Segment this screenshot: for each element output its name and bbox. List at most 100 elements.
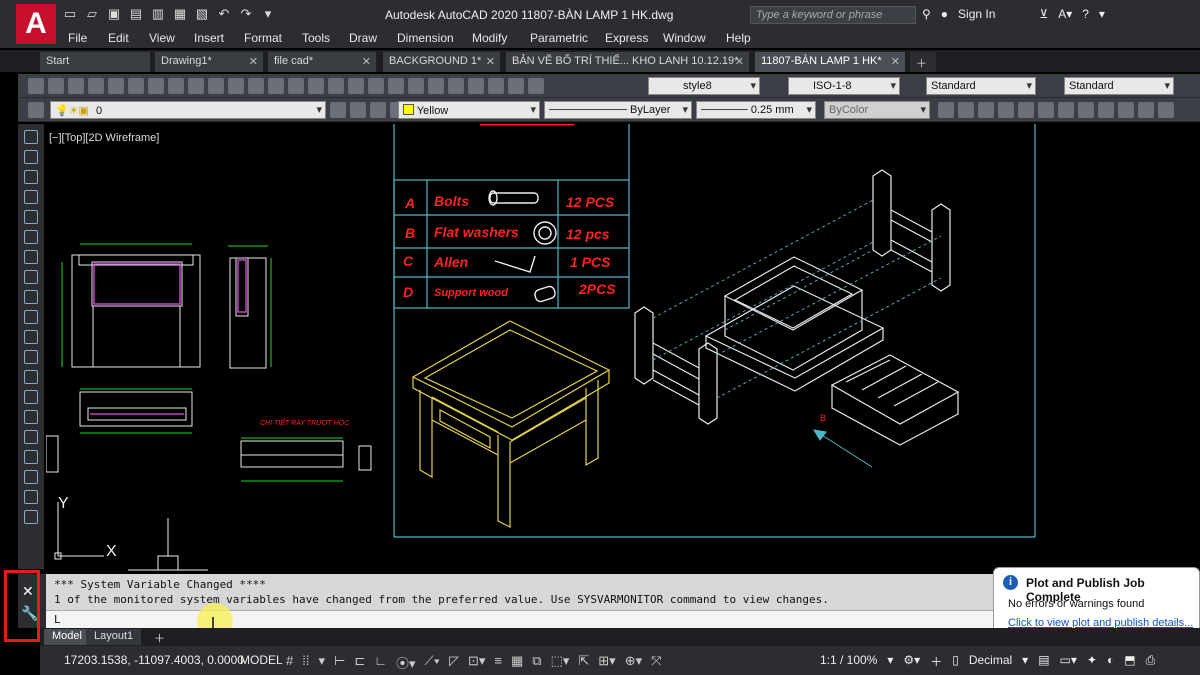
spline-icon[interactable] xyxy=(24,290,38,304)
ellipse-arc-icon[interactable] xyxy=(24,330,38,344)
close-icon[interactable]: ✕ xyxy=(362,55,371,68)
polyline-icon[interactable] xyxy=(24,170,38,184)
line-icon[interactable] xyxy=(24,130,38,144)
object-snap-tracking-icon[interactable]: ◸ xyxy=(449,653,459,672)
menu-draw[interactable]: Draw xyxy=(349,31,377,45)
plot-icon[interactable]: ▧ xyxy=(194,6,210,22)
tab-drawing1[interactable]: Drawing1* ✕ xyxy=(155,52,263,72)
diameter-icon[interactable] xyxy=(1058,102,1074,118)
add-layout-button[interactable]: ＋ xyxy=(146,629,173,645)
dim-style-select[interactable]: ISO-1-8 ▾ xyxy=(788,77,900,95)
menu-window[interactable]: Window xyxy=(663,31,706,45)
pan-icon[interactable] xyxy=(308,78,324,94)
units-dropdown-icon[interactable]: ▾ xyxy=(1022,653,1028,670)
publish-3d-icon[interactable] xyxy=(148,78,164,94)
help-dropdown-icon[interactable]: ▾ xyxy=(1099,7,1105,21)
coordinates-readout[interactable]: 17203.1538, -11097.4003, 0.0000 xyxy=(64,653,244,667)
revision-cloud-icon[interactable] xyxy=(24,270,38,284)
point-icon[interactable] xyxy=(24,390,38,404)
paste-icon[interactable] xyxy=(208,78,224,94)
close-icon[interactable]: ✕ xyxy=(735,55,744,68)
3d-osnap-icon[interactable]: ⬚▾ xyxy=(551,653,570,672)
open-icon[interactable]: ▱ xyxy=(84,6,100,22)
multiline-text-icon[interactable] xyxy=(24,490,38,504)
text-style-select[interactable]: style8 ▾ xyxy=(648,77,760,95)
sign-in-button[interactable]: Sign In xyxy=(958,7,995,21)
dim-space-icon[interactable] xyxy=(1158,102,1174,118)
clean-screen-icon[interactable]: ⬒ xyxy=(1124,653,1135,670)
layer-previous-icon[interactable] xyxy=(350,102,366,118)
region-icon[interactable] xyxy=(24,450,38,464)
infer-constraints-icon[interactable]: ⊢ xyxy=(334,653,345,672)
snap-icon[interactable]: ⁞⁞ xyxy=(302,653,309,672)
undo-icon[interactable]: ↶ xyxy=(216,6,232,22)
quick-properties-icon[interactable]: ▤ xyxy=(1038,653,1049,670)
redo-icon[interactable] xyxy=(288,78,304,94)
menu-help[interactable]: Help xyxy=(726,31,751,45)
gizmo-icon[interactable]: ⊕▾ xyxy=(625,653,642,672)
save-icon[interactable] xyxy=(68,78,84,94)
transparency-icon[interactable]: ▦ xyxy=(511,653,523,672)
save-web-icon[interactable]: ▦ xyxy=(172,6,188,22)
menu-edit[interactable]: Edit xyxy=(108,31,129,45)
redo-icon[interactable]: ↷ xyxy=(238,6,254,22)
a360-icon[interactable]: A▾ xyxy=(1058,7,1072,21)
tab-background[interactable]: BACKGROUND 1* ✕ xyxy=(383,52,500,72)
units-value[interactable]: Decimal xyxy=(969,653,1012,670)
ortho-icon[interactable]: ∟ xyxy=(374,653,387,672)
preview-icon[interactable] xyxy=(108,78,124,94)
menu-modify[interactable]: Modify xyxy=(472,31,507,45)
open-web-icon[interactable]: ▥ xyxy=(150,6,166,22)
markup-icon[interactable] xyxy=(488,78,504,94)
cart-icon[interactable]: ⊻ xyxy=(1039,7,1048,21)
command-input[interactable]: L xyxy=(46,610,996,628)
isolate-objects-icon[interactable]: ✦ xyxy=(1087,653,1097,670)
zoom-window-icon[interactable] xyxy=(368,78,384,94)
close-icon[interactable]: ✕ xyxy=(891,55,900,68)
ordinate-icon[interactable] xyxy=(998,102,1014,118)
copy-icon[interactable] xyxy=(188,78,204,94)
plus-icon[interactable]: ＋ xyxy=(930,653,942,670)
model-space-button[interactable]: MODEL xyxy=(240,653,283,667)
tab-ban-lamp[interactable]: 11807-BÀN LAMP 1 HK* ✕ xyxy=(755,52,905,72)
drawing-area[interactable]: [−][Top][2D Wireframe] A Bolts 12 PCS B … xyxy=(46,124,1200,574)
snap-dropdown-icon[interactable]: ▾ xyxy=(318,653,325,672)
selection-filter-icon[interactable]: ⊞▾ xyxy=(598,653,615,672)
save-icon[interactable]: ▣ xyxy=(106,6,122,22)
make-block-icon[interactable] xyxy=(24,370,38,384)
calculator-icon[interactable] xyxy=(508,78,524,94)
tab-model[interactable]: Model xyxy=(44,629,90,645)
make-current-icon[interactable] xyxy=(330,102,346,118)
hatch-icon[interactable] xyxy=(24,410,38,424)
layer-select[interactable]: 💡☀▣ 0 ▾ xyxy=(50,101,326,119)
scale-dropdown-icon[interactable]: ▾ xyxy=(887,653,893,670)
help-icon[interactable] xyxy=(528,78,544,94)
lock-ui-icon[interactable]: ▭▾ xyxy=(1060,653,1077,670)
save-as-icon[interactable]: ▤ xyxy=(128,6,144,22)
tab-ban-ve-bo-tri[interactable]: BẢN VẼ BỐ TRÍ THIẾ... KHO LANH 10.12.19*… xyxy=(506,52,749,72)
publish-icon[interactable] xyxy=(128,78,144,94)
gear-icon[interactable]: ⚙▾ xyxy=(903,653,920,670)
ellipse-icon[interactable] xyxy=(24,310,38,324)
undo-icon[interactable] xyxy=(268,78,284,94)
menu-insert[interactable]: Insert xyxy=(194,31,224,45)
new-icon[interactable]: ▭ xyxy=(62,6,78,22)
orbit-icon[interactable] xyxy=(348,78,364,94)
tab-start[interactable]: Start xyxy=(40,52,150,72)
gradient-icon[interactable] xyxy=(24,430,38,444)
zoom-previous-icon[interactable] xyxy=(388,78,404,94)
binoculars-icon[interactable]: ⚲ xyxy=(922,7,931,21)
close-icon[interactable]: ✕ xyxy=(249,55,258,68)
polygon-icon[interactable] xyxy=(24,190,38,204)
application-menu-button[interactable]: A xyxy=(16,4,56,44)
close-icon[interactable]: ✕ xyxy=(22,583,34,600)
tool-palettes-icon[interactable] xyxy=(448,78,464,94)
menu-file[interactable]: File xyxy=(68,31,87,45)
new-icon[interactable] xyxy=(28,78,44,94)
radius-icon[interactable] xyxy=(1018,102,1034,118)
angular-icon[interactable] xyxy=(1078,102,1094,118)
annotation-visibility-icon[interactable]: ⤧ xyxy=(651,653,661,672)
dynamic-ucs-icon[interactable]: ⇱ xyxy=(578,653,589,672)
multileader-style-select[interactable]: Standard ▾ xyxy=(1064,77,1174,95)
lineweight-select[interactable]: ────── 0.25 mm ▾ xyxy=(696,101,816,119)
